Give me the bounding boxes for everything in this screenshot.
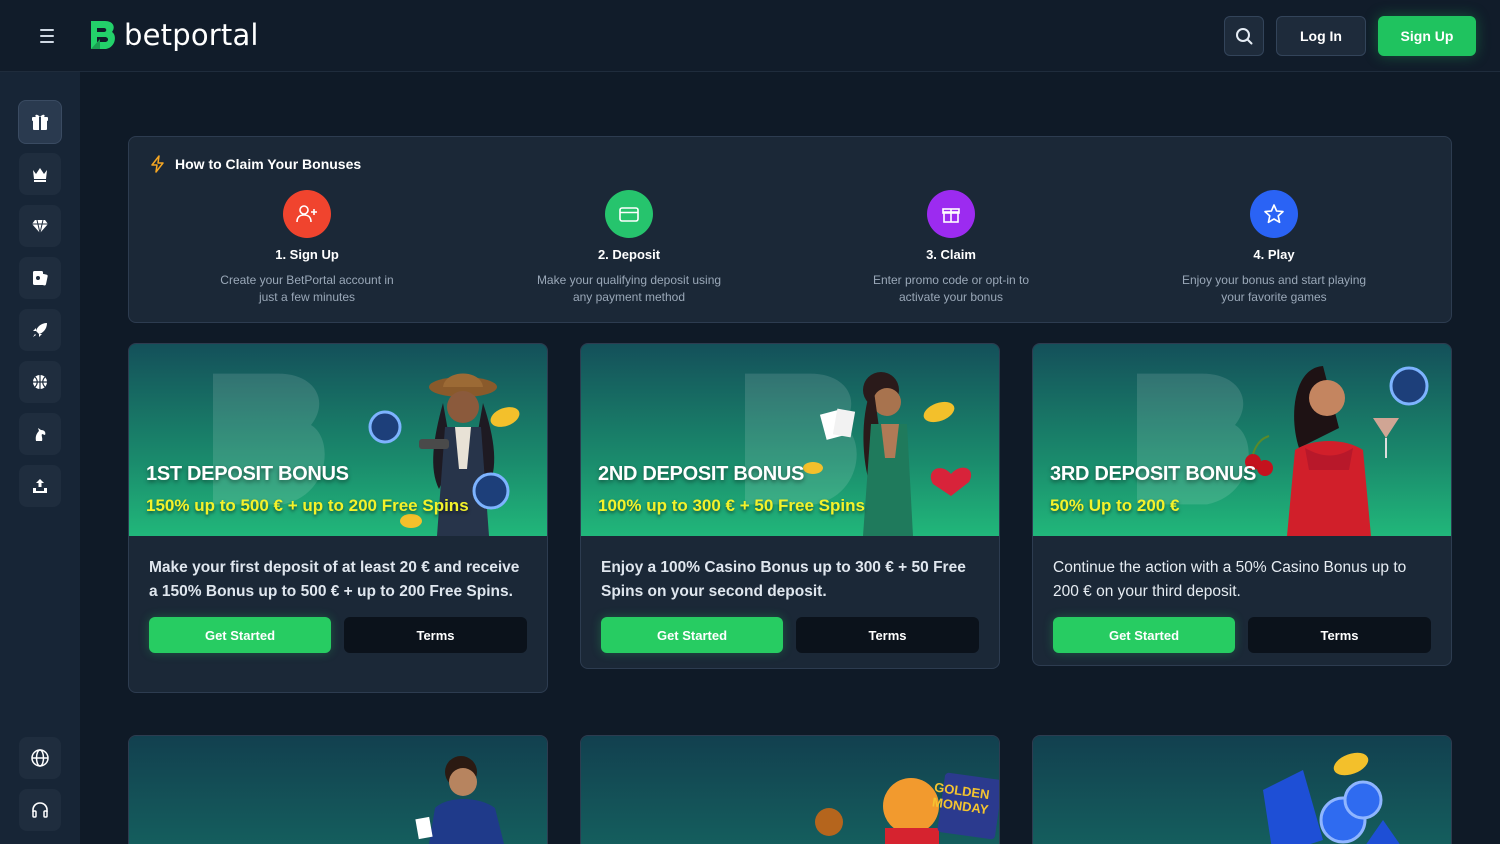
step-desc-line: Enjoy your bonus and start playing — [1181, 273, 1367, 287]
bonus-card-partial — [1032, 735, 1452, 844]
bonus-description: Enjoy a 100% Casino Bonus up to 300 € + … — [601, 559, 966, 600]
step-circle — [927, 190, 975, 238]
top-header: betportal Log In Sign Up — [0, 0, 1500, 72]
credit-card-icon — [619, 207, 639, 222]
basketball-icon — [33, 375, 47, 389]
how-to-claim-panel: How to Claim Your Bonuses 1. Sign Up Cre… — [128, 136, 1452, 323]
bonus-subtitle: 150% up to 500 € + up to 200 Free Spins — [146, 496, 469, 515]
bonus-actions: Get Started Terms — [129, 604, 547, 669]
step-circle — [1250, 190, 1298, 238]
sidebar-item-vip[interactable] — [19, 153, 61, 195]
bonus-subtitle: 50% Up to 200 € — [1050, 496, 1180, 515]
step-desc-line: just a few minutes — [258, 290, 356, 304]
globe-icon — [31, 749, 49, 767]
sidebar-item-sports[interactable] — [19, 361, 61, 403]
watermark-logo-icon — [213, 373, 325, 505]
gift-icon — [32, 114, 48, 130]
step-sign-up: 1. Sign Up Create your BetPortal account… — [182, 190, 432, 306]
get-started-button[interactable]: Get Started — [1053, 617, 1235, 653]
step-description: Make your qualifying deposit using any p… — [504, 272, 754, 306]
bonus-banner — [1033, 736, 1451, 844]
bonus-banner: 1ST DEPOSIT BONUS 150% up to 500 € + up … — [129, 344, 547, 536]
bonus-actions: Get Started Terms — [581, 604, 999, 668]
rocket-icon — [33, 323, 47, 337]
bonus-subtitle: 100% up to 300 € + 50 Free Spins — [598, 496, 865, 515]
bonus-title: 3RD DEPOSIT BONUS — [1050, 463, 1257, 485]
bonus-description: Make your first deposit of at least 20 €… — [149, 559, 520, 600]
claim-title: How to Claim Your Bonuses — [175, 156, 362, 172]
terms-button[interactable]: Terms — [344, 617, 527, 653]
terms-button[interactable]: Terms — [796, 617, 979, 653]
step-desc-line: Enter promo code or opt-in to — [872, 273, 1030, 287]
user-upload-icon — [33, 479, 47, 493]
step-title: 1. Sign Up — [275, 247, 339, 262]
step-desc-line: your favorite games — [1221, 290, 1327, 304]
step-deposit: 2. Deposit Make your qualifying deposit … — [504, 190, 754, 306]
sidebar-item-support[interactable] — [19, 789, 61, 831]
bonus-card-first-deposit: 1ST DEPOSIT BONUS 150% up to 500 € + up … — [128, 343, 548, 693]
gift-box-icon — [942, 208, 960, 223]
step-description: Enter promo code or opt-in to activate y… — [826, 272, 1076, 306]
bonus-title: 1ST DEPOSIT BONUS — [146, 463, 349, 485]
terms-button[interactable]: Terms — [1248, 617, 1431, 653]
step-desc-line: activate your bonus — [898, 290, 1004, 304]
menu-icon[interactable] — [34, 24, 60, 48]
get-started-button[interactable]: Get Started — [149, 617, 331, 653]
bonus-banner: GOLDEN MONDAY — [581, 736, 999, 844]
step-title: 2. Deposit — [597, 247, 661, 262]
sidebar-item-live-casino[interactable] — [19, 257, 61, 299]
headset-icon — [32, 802, 48, 818]
login-button[interactable]: Log In — [1276, 16, 1366, 56]
sidebar-item-crash-games[interactable] — [19, 309, 61, 351]
diamond-icon — [32, 219, 48, 234]
bonus-card-second-deposit: 2ND DEPOSIT BONUS 100% up to 300 € + 50 … — [580, 343, 1000, 669]
search-icon — [1236, 28, 1253, 45]
step-description: Enjoy your bonus and start playing your … — [1149, 272, 1399, 306]
bonus-title: 2ND DEPOSIT BONUS — [598, 463, 805, 485]
lightning-icon — [151, 155, 164, 173]
step-title: 3. Claim — [926, 247, 976, 262]
slot-machine-illustration — [1263, 752, 1400, 844]
step-circle — [605, 190, 653, 238]
search-button[interactable] — [1224, 16, 1264, 56]
step-desc-line: Create your BetPortal account in — [220, 273, 394, 287]
step-play: 4. Play Enjoy your bonus and start playi… — [1149, 190, 1399, 306]
step-claim: 3. Claim Enter promo code or opt-in to a… — [826, 190, 1076, 306]
logo-mark-icon — [91, 21, 115, 49]
brand-logo[interactable]: betportal — [88, 18, 259, 52]
star-icon — [1264, 204, 1284, 224]
step-desc-line: Make your qualifying deposit using — [536, 273, 722, 287]
bonus-banner: 2ND DEPOSIT BONUS 100% up to 300 € + 50 … — [581, 344, 999, 536]
bonus-card-partial: GOLDEN MONDAY — [580, 735, 1000, 844]
get-started-button[interactable]: Get Started — [601, 617, 783, 653]
bonus-card-third-deposit: 3RD DEPOSIT BONUS 50% Up to 200 € Contin… — [1032, 343, 1452, 666]
user-plus-icon — [296, 205, 317, 223]
step-title: 4. Play — [1253, 247, 1295, 262]
bonus-card-partial — [128, 735, 548, 844]
bonus-banner — [129, 736, 547, 844]
step-desc-line: any payment method — [572, 290, 686, 304]
step-circle — [283, 190, 331, 238]
sidebar-item-promotions[interactable] — [18, 100, 62, 144]
gentleman-character-illustration — [415, 756, 504, 844]
step-description: Create your BetPortal account in just a … — [182, 272, 432, 306]
bonus-actions: Get Started Terms — [1033, 604, 1451, 665]
lady-in-red-illustration — [1245, 366, 1429, 536]
sidebar — [0, 72, 80, 844]
bonus-description: Continue the action with a 50% Casino Bo… — [1053, 559, 1407, 600]
cards-icon — [33, 271, 48, 286]
sidebar-item-esports[interactable] — [19, 465, 61, 507]
brand-name: betportal — [124, 18, 259, 52]
crown-icon — [33, 168, 47, 182]
signup-button[interactable]: Sign Up — [1378, 16, 1476, 56]
sidebar-item-language[interactable] — [19, 737, 61, 779]
sidebar-item-jackpots[interactable] — [19, 205, 61, 247]
bonus-banner: 3RD DEPOSIT BONUS 50% Up to 200 € — [1033, 344, 1451, 536]
sidebar-item-racing[interactable] — [19, 413, 61, 455]
horse-icon — [35, 428, 46, 441]
